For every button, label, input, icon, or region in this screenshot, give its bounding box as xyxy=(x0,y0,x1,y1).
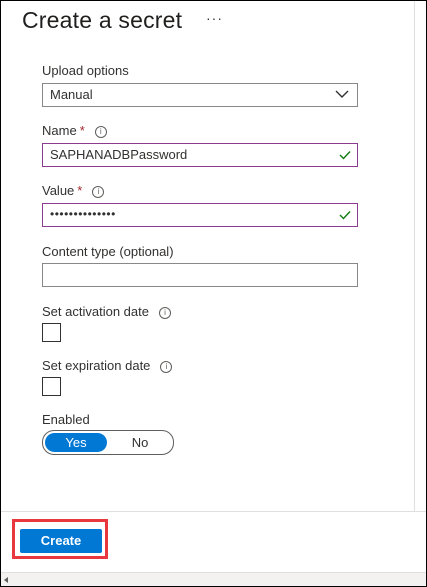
content-type-label: Content type (optional) xyxy=(42,244,174,259)
required-mark: * xyxy=(79,123,85,138)
activation-date-checkbox[interactable] xyxy=(42,323,61,342)
vertical-scrollbar[interactable] xyxy=(414,1,426,511)
activation-date-label: Set activation date i xyxy=(42,304,171,319)
required-mark: * xyxy=(77,183,83,198)
scroll-left-icon[interactable] xyxy=(4,577,8,583)
expiration-date-label: Set expiration date i xyxy=(42,358,173,373)
upload-options-select[interactable]: Manual xyxy=(42,83,358,107)
info-icon[interactable]: i xyxy=(158,307,171,319)
info-icon[interactable]: i xyxy=(160,361,173,373)
more-options-icon[interactable]: ··· xyxy=(206,10,223,26)
enabled-label: Enabled xyxy=(42,412,90,427)
upload-options-value: Manual xyxy=(50,87,93,102)
enabled-toggle[interactable]: Yes No xyxy=(42,430,174,455)
masked-value: •••••••••••••• xyxy=(50,207,116,221)
upload-options-label: Upload options xyxy=(42,63,129,78)
value-input[interactable]: •••••••••••••• xyxy=(42,203,358,227)
name-label: Name * i xyxy=(42,123,107,138)
name-label-text: Name xyxy=(42,123,77,138)
expiration-date-label-text: Set expiration date xyxy=(42,358,151,373)
create-secret-panel: Create a secret ··· Upload options Manua… xyxy=(0,0,427,587)
page-title: Create a secret xyxy=(22,7,183,33)
chevron-down-icon xyxy=(335,90,349,98)
name-value: SAPHANADBPassword xyxy=(50,147,188,162)
value-label: Value * i xyxy=(42,183,105,198)
footer-divider xyxy=(1,511,426,512)
horizontal-scrollbar[interactable] xyxy=(1,572,426,586)
activation-date-label-text: Set activation date xyxy=(42,304,149,319)
info-icon[interactable]: i xyxy=(94,126,107,138)
create-button[interactable]: Create xyxy=(20,529,102,553)
content-type-input[interactable] xyxy=(42,263,358,287)
enabled-yes-option[interactable]: Yes xyxy=(45,433,107,452)
info-icon[interactable]: i xyxy=(92,186,105,198)
value-label-text: Value xyxy=(42,183,75,198)
enabled-no-option[interactable]: No xyxy=(109,433,171,452)
checkmark-icon xyxy=(339,211,351,220)
expiration-date-checkbox[interactable] xyxy=(42,377,61,396)
name-input[interactable]: SAPHANADBPassword xyxy=(42,143,358,167)
checkmark-icon xyxy=(339,151,351,160)
